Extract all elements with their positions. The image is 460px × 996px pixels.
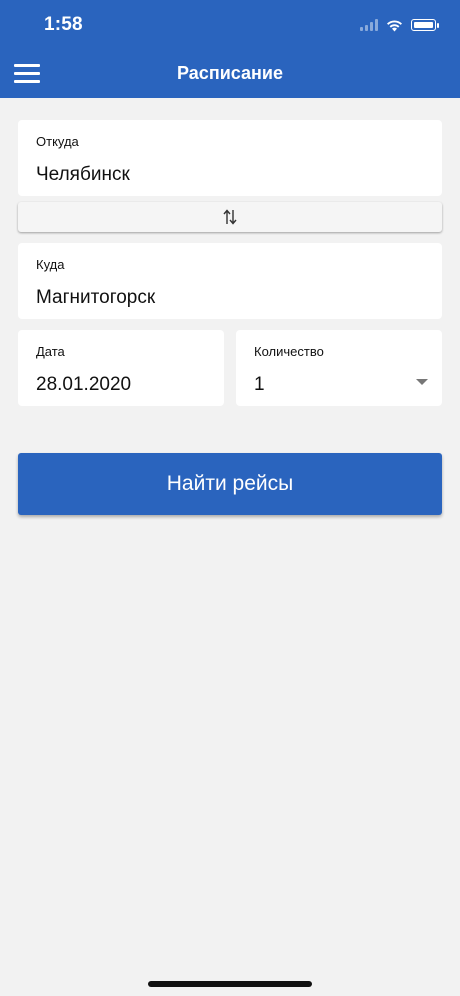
from-value: Челябинск [36,164,130,185]
cellular-signal-icon [360,19,378,31]
count-value: 1 [254,374,265,395]
battery-icon [411,19,439,31]
date-value: 28.01.2020 [36,374,132,395]
from-field[interactable]: Откуда Челябинск [18,120,442,196]
search-flights-button[interactable]: Найти рейсы [18,453,442,515]
date-field[interactable]: Дата 28.01.2020 [18,330,224,406]
status-icons [360,16,439,34]
to-value: Магнитогорск [36,287,156,308]
to-field[interactable]: Куда Магнитогорск [18,243,442,319]
to-label: Куда [36,257,65,272]
swap-button[interactable] [18,202,442,232]
date-label: Дата [36,344,65,359]
from-label: Откуда [36,134,79,149]
count-label: Количество [254,344,324,359]
chevron-down-icon [416,379,428,385]
page-title: Расписание [177,63,283,83]
status-time: 1:58 [44,14,83,35]
home-indicator [148,981,312,987]
wifi-icon [386,19,403,32]
app-bar: 1:58 Расписание [0,0,460,98]
swap-arrows-icon [223,209,237,225]
count-select[interactable]: Количество 1 [236,330,442,406]
